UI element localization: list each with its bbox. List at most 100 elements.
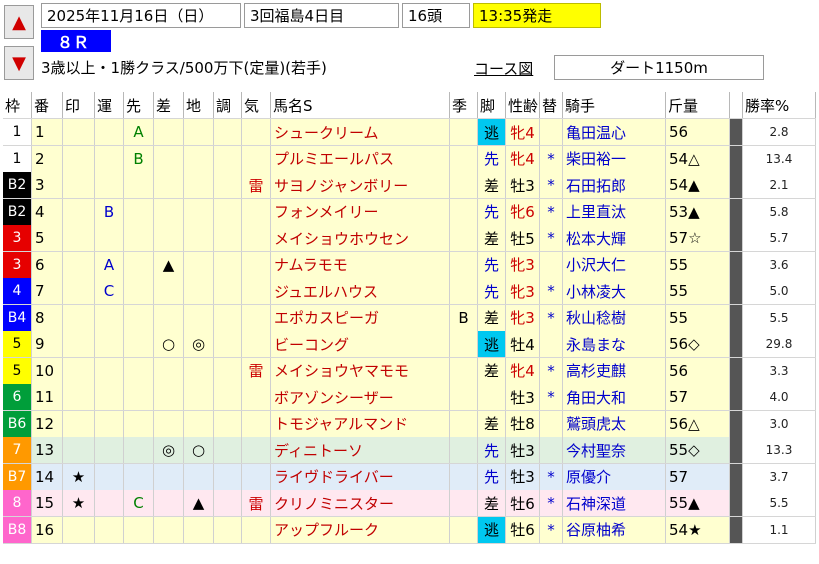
column-header[interactable]: 性齢 <box>506 92 540 118</box>
column-header[interactable]: 番 <box>32 92 63 118</box>
column-header[interactable]: 調 <box>214 92 242 118</box>
column-header[interactable]: 騎手 <box>563 92 666 118</box>
change-cell: * <box>540 357 563 384</box>
table-row[interactable]: 6 11 ボアゾンシーザー 牡3 * 角田大和 57 4.0 <box>3 384 816 411</box>
weight-cell: 54▲ <box>666 172 730 198</box>
column-header[interactable] <box>730 92 743 118</box>
waku-badge: 8 <box>3 490 32 516</box>
horse-name-link[interactable]: メイショウホウセン <box>271 225 450 251</box>
jockey-name[interactable]: 鷲頭虎太 <box>563 410 666 437</box>
horse-name-link[interactable]: クリノミニスター <box>271 490 450 516</box>
chi-cell <box>184 225 214 251</box>
change-cell: * <box>540 384 563 410</box>
table-row[interactable]: 7 13 ◎ ○ ディニトーソ 先牡3 今村聖奈 55◇ 13.3 <box>3 437 816 464</box>
race-number-badge: ８Ｒ <box>41 30 111 52</box>
jockey-name[interactable]: 原優介 <box>563 463 666 490</box>
horse-name-link[interactable]: メイショウヤマモモ <box>271 357 450 384</box>
winrate-bar <box>730 357 743 384</box>
un-cell <box>95 437 124 463</box>
jockey-name[interactable]: 高杉吏麒 <box>563 357 666 384</box>
horse-name-link[interactable]: フォンメイリー <box>271 198 450 225</box>
table-row[interactable]: B6 12 トモジャアルマンド 差牡8 鷲頭虎太 56△ 3.0 <box>3 410 816 438</box>
sa-cell <box>154 225 184 251</box>
column-header[interactable]: 枠 <box>3 92 32 118</box>
weight-cell: 56◇ <box>666 331 730 357</box>
sen-cell <box>124 278 154 304</box>
column-header[interactable]: 馬名S <box>271 92 450 118</box>
table-row[interactable]: 4 7 C ジュエルハウス 先牝3 * 小林凌大 55 5.0 <box>3 278 816 305</box>
jockey-name[interactable]: 角田大和 <box>563 384 666 410</box>
horse-name-link[interactable]: プルミエールパス <box>271 145 450 172</box>
weight-cell: 55 <box>666 251 730 278</box>
jockey-name[interactable]: 松本大輝 <box>563 225 666 251</box>
sen-cell <box>124 410 154 437</box>
season-cell <box>450 172 478 198</box>
season-cell <box>450 516 478 543</box>
table-row[interactable]: 1 1 A シュークリーム 逃牝4 亀田温心 56 2.8 <box>3 119 816 146</box>
table-row[interactable]: 1 2 B プルミエールパス 先牝4 * 柴田裕一 54△ 13.4 <box>3 145 816 173</box>
horse-name-link[interactable]: シュークリーム <box>271 119 450 145</box>
column-header[interactable]: 地 <box>184 92 214 118</box>
sa-cell <box>154 463 184 490</box>
table-row[interactable]: 5 10 雷メイショウヤマモモ 差牝4 * 高杉吏麒 56 3.3 <box>3 357 816 385</box>
horse-name-link[interactable]: ジュエルハウス <box>271 278 450 304</box>
jockey-name[interactable]: 秋山稔樹 <box>563 304 666 331</box>
jockey-name[interactable]: 谷原柚希 <box>563 516 666 543</box>
table-row[interactable]: B2 4 B フォンメイリー 先牝6 * 上里直汰 53▲ 5.8 <box>3 198 816 226</box>
winrate-bar <box>730 384 743 410</box>
jockey-name[interactable]: 小林凌大 <box>563 278 666 304</box>
column-header[interactable]: 斤量 <box>666 92 730 118</box>
prev-race-button[interactable]: ▲ <box>4 5 34 39</box>
table-row[interactable]: 3 6 A ▲ ナムラモモ 先牝3 小沢大仁 55 3.6 <box>3 251 816 279</box>
column-header[interactable]: 差 <box>154 92 184 118</box>
course-map-link[interactable]: コース図 <box>474 57 552 79</box>
column-header[interactable]: 気 <box>242 92 271 118</box>
column-header[interactable]: 勝率% <box>743 92 816 118</box>
horse-name-link[interactable]: サヨノジャンボリー <box>271 172 450 198</box>
sen-cell: A <box>124 119 154 145</box>
ki-cell <box>242 304 271 331</box>
waku-badge: B4 <box>3 304 32 331</box>
horse-name-link[interactable]: ナムラモモ <box>271 251 450 278</box>
jockey-name[interactable]: 亀田温心 <box>563 119 666 145</box>
winrate-bar <box>730 198 743 225</box>
horse-name-link[interactable]: アップフルーク <box>271 516 450 543</box>
next-race-button[interactable]: ▼ <box>4 46 34 80</box>
jockey-name[interactable]: 小沢大仁 <box>563 251 666 278</box>
table-row[interactable]: 3 5 メイショウホウセン 差牡5 * 松本大輝 57☆ 5.7 <box>3 225 816 252</box>
horse-name-link[interactable]: エポカスピーガ <box>271 304 450 331</box>
ki-cell <box>242 463 271 490</box>
column-header[interactable]: 季 <box>450 92 478 118</box>
table-row[interactable]: B2 3 雷サヨノジャンボリー 差牡3 * 石田拓郎 54▲ 2.1 <box>3 172 816 199</box>
jockey-name[interactable]: 永島まな <box>563 331 666 357</box>
jockey-name[interactable]: 石田拓郎 <box>563 172 666 198</box>
column-header[interactable]: 脚 <box>478 92 506 118</box>
sen-cell <box>124 172 154 198</box>
column-header[interactable]: 運 <box>95 92 124 118</box>
jockey-name[interactable]: 今村聖奈 <box>563 437 666 463</box>
sa-cell <box>154 119 184 145</box>
un-cell <box>95 304 124 331</box>
horse-name-link[interactable]: ディニトーソ <box>271 437 450 463</box>
sexage-cell: 牝3 <box>506 278 540 304</box>
horse-name-link[interactable]: トモジャアルマンド <box>271 410 450 437</box>
jockey-name[interactable]: 上里直汰 <box>563 198 666 225</box>
cho-cell <box>214 437 242 463</box>
sa-cell: ○ <box>154 331 184 357</box>
table-row[interactable]: 8 15 ★ C ▲ 雷クリノミニスター 差牡6 * 石神深道 55▲ 5.5 <box>3 490 816 517</box>
horse-name-link[interactable]: ライヴドライバー <box>271 463 450 490</box>
horse-name-link[interactable]: ボアゾンシーザー <box>271 384 450 410</box>
column-header[interactable]: 印 <box>63 92 95 118</box>
jockey-name[interactable]: 柴田裕一 <box>563 145 666 172</box>
table-row[interactable]: 5 9 ○ ◎ ビーコング 逃牡4 永島まな 56◇ 29.8 <box>3 331 816 358</box>
column-header[interactable]: 先 <box>124 92 154 118</box>
table-row[interactable]: B7 14 ★ ライヴドライバー 先牡3 * 原優介 57 3.7 <box>3 463 816 491</box>
table-row[interactable]: B8 16 アップフルーク 逃牡6 * 谷原柚希 54★ 1.1 <box>3 516 816 544</box>
column-header[interactable]: 替 <box>540 92 563 118</box>
in-cell <box>63 331 95 357</box>
un-cell <box>95 410 124 437</box>
horse-name-link[interactable]: ビーコング <box>271 331 450 357</box>
table-row[interactable]: B4 8 エポカスピーガ B 差牝3 * 秋山稔樹 55 5.5 <box>3 304 816 332</box>
jockey-name[interactable]: 石神深道 <box>563 490 666 516</box>
sa-cell <box>154 304 184 331</box>
